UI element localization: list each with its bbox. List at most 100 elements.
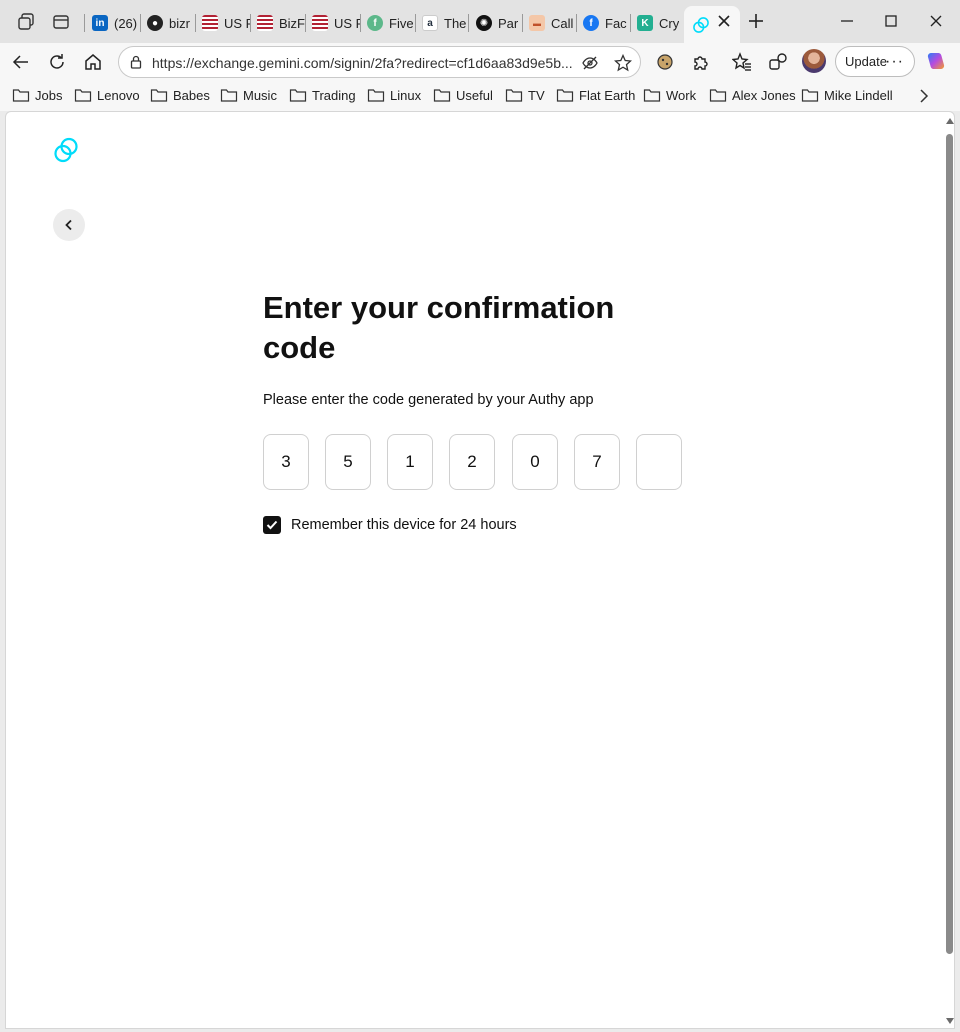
bookmark-label: Alex Jones (732, 87, 796, 103)
tab-kucoin[interactable]: K Cry (637, 8, 683, 38)
page-viewport: Enter your confirmation code Please ente… (5, 111, 955, 1029)
bookmark-folder-alex-jones[interactable]: Alex Jones (709, 87, 796, 103)
favorites-icon[interactable] (732, 52, 752, 72)
tab-bizf[interactable]: BizF (257, 8, 305, 38)
tab-separator (576, 14, 577, 32)
folder-icon (801, 89, 819, 102)
code-digit-1[interactable]: 3 (263, 434, 309, 490)
back-arrow-icon[interactable] (11, 52, 31, 72)
bookmark-folder-mike-lindell[interactable]: Mike Lindell (801, 87, 893, 103)
new-tab-icon[interactable] (747, 12, 765, 30)
vertical-scrollbar[interactable] (943, 112, 954, 1028)
back-button[interactable] (53, 209, 85, 241)
remember-device-checkbox[interactable] (263, 516, 281, 534)
folder-icon (556, 89, 574, 102)
tracking-prevention-icon[interactable] (582, 55, 598, 71)
tab-actions-icon[interactable] (51, 12, 71, 32)
gemini-logo-icon (693, 16, 709, 33)
bookmark-folder-lenovo[interactable]: Lenovo (74, 87, 140, 103)
copilot-icon[interactable] (925, 50, 947, 72)
bookmark-folder-useful[interactable]: Useful (433, 87, 493, 103)
folder-icon (643, 89, 661, 102)
collections-icon[interactable] (768, 52, 788, 72)
close-tab-icon[interactable] (717, 14, 731, 28)
chevron-right-icon[interactable] (916, 88, 932, 104)
tab-amazon[interactable]: a The (422, 8, 468, 38)
kucoin-icon: K (637, 15, 653, 31)
profile-avatar[interactable] (802, 49, 826, 73)
fiverr-icon: f (367, 15, 383, 31)
github-icon: ● (147, 15, 163, 31)
maximize-icon[interactable] (882, 12, 900, 30)
code-digit-2[interactable]: 5 (325, 434, 371, 490)
tab-openai[interactable]: ✺ Par (476, 8, 522, 38)
extension-cookie-icon[interactable] (655, 52, 675, 72)
tab-linkedin[interactable]: in (26) (92, 8, 140, 38)
tab-title: Par (498, 15, 519, 31)
bookmark-folder-trading[interactable]: Trading (289, 87, 356, 103)
tab-github[interactable]: ● bizr (147, 8, 195, 38)
tab-us-flag-1[interactable]: US F (202, 8, 250, 38)
home-icon[interactable] (83, 52, 103, 72)
flag-icon (312, 15, 328, 31)
folder-icon (709, 89, 727, 102)
favorite-star-icon[interactable] (614, 54, 632, 72)
tab-separator (305, 14, 306, 32)
scrollbar-thumb[interactable] (946, 134, 953, 954)
code-digit-4[interactable]: 2 (449, 434, 495, 490)
window-close-icon[interactable] (927, 12, 945, 30)
bookmark-label: Jobs (35, 87, 63, 103)
refresh-icon[interactable] (47, 52, 67, 72)
scroll-up-arrow-icon[interactable] (946, 118, 954, 124)
url-text[interactable]: https://exchange.gemini.com/signin/2fa?r… (152, 55, 573, 71)
bookmark-folder-jobs[interactable]: Jobs (12, 87, 62, 103)
bookmark-folder-linux[interactable]: Linux (367, 87, 421, 103)
tab-separator (250, 14, 251, 32)
gemini-logo-icon[interactable] (52, 136, 80, 164)
update-button[interactable]: Update ··· (835, 46, 915, 77)
openai-icon: ✺ (476, 15, 492, 31)
bookmark-folder-work[interactable]: Work (643, 87, 696, 103)
bookmark-label: Babes (173, 87, 210, 103)
bookmark-label: Linux (390, 87, 422, 103)
chevron-left-icon (65, 219, 72, 231)
tab-call[interactable]: ▬ Call (529, 8, 575, 38)
lock-icon[interactable] (129, 55, 143, 69)
code-digit-6[interactable]: 7 (574, 434, 620, 490)
folder-icon (74, 89, 92, 102)
tab-facebook[interactable]: f Fac (583, 8, 629, 38)
tab-title: bizr (169, 15, 190, 31)
code-digit-5[interactable]: 0 (512, 434, 558, 490)
bookmark-folder-flat-earth[interactable]: Flat Earth (556, 87, 635, 103)
tab-separator (195, 14, 196, 32)
bookmark-folder-babes[interactable]: Babes (150, 87, 210, 103)
tab-us-flag-2[interactable]: US F (312, 8, 360, 38)
code-digit-3[interactable]: 1 (387, 434, 433, 490)
tab-separator (630, 14, 631, 32)
tab-separator (140, 14, 141, 32)
tab-strip: in (26) ● bizr US F BizF US F f Five a T… (0, 0, 960, 43)
address-bar[interactable]: https://exchange.gemini.com/signin/2fa?r… (118, 46, 641, 78)
page-title: Enter your confirmation code (263, 290, 615, 365)
bookmarks-bar: Jobs Lenovo Babes Music Trading Linux Us… (0, 81, 960, 111)
facebook-icon: f (583, 15, 599, 31)
more-options-icon[interactable]: ··· (885, 53, 904, 71)
workspaces-icon[interactable] (16, 12, 36, 32)
tab-gemini-active[interactable] (684, 6, 740, 43)
linkedin-icon: in (92, 15, 108, 31)
bookmark-folder-tv[interactable]: TV (505, 87, 545, 103)
extensions-puzzle-icon[interactable] (691, 52, 711, 72)
bookmark-folder-music[interactable]: Music (220, 87, 277, 103)
minimize-icon[interactable] (838, 12, 856, 30)
remember-device-option[interactable]: Remember this device for 24 hours (263, 516, 517, 534)
tab-title: Fac (605, 15, 627, 31)
code-digit-7[interactable] (636, 434, 682, 490)
tab-separator (415, 14, 416, 32)
tab-fiverr[interactable]: f Five (367, 8, 415, 38)
bookmark-label: Music (243, 87, 277, 103)
address-bar-row: https://exchange.gemini.com/signin/2fa?r… (0, 43, 960, 81)
bookmark-label: Mike Lindell (824, 87, 893, 103)
scroll-down-arrow-icon[interactable] (946, 1018, 954, 1024)
tab-title: Cry (659, 15, 680, 31)
flag-icon (257, 15, 273, 31)
